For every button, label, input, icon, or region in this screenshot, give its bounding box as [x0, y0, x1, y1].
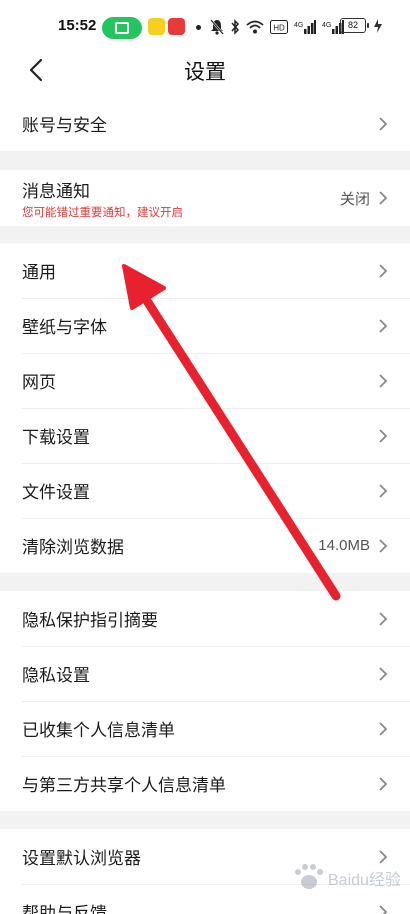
row-label: 消息通知 — [22, 181, 90, 201]
chevron-right-icon — [379, 776, 388, 791]
page-title: 设置 — [184, 61, 226, 84]
row-message-notification[interactable]: 消息通知 您可能错过重要通知，建议开启 关闭 — [0, 170, 410, 226]
display-icon — [102, 17, 142, 39]
battery-icon: 82 — [340, 18, 369, 33]
chevron-right-icon — [379, 538, 388, 553]
chevron-right-icon — [379, 116, 388, 131]
chevron-right-icon — [379, 318, 388, 333]
chevron-right-icon — [379, 611, 388, 626]
chevron-right-icon — [379, 483, 388, 498]
chevron-right-icon — [379, 721, 388, 736]
notification-warning: 您可能错过重要通知，建议开启 — [22, 206, 183, 219]
bell-muted-icon — [210, 19, 224, 35]
row-help-feedback[interactable]: 帮助与反馈 — [0, 884, 410, 914]
row-wallpaper-font[interactable]: 壁纸与字体 — [0, 298, 410, 353]
row-label: 清除浏览数据 — [22, 538, 124, 557]
row-default-browser[interactable]: 设置默认浏览器 — [0, 829, 410, 884]
chevron-right-icon — [379, 849, 388, 864]
row-account-security[interactable]: 账号与安全 — [0, 96, 410, 151]
section-divider — [0, 811, 410, 829]
section-divider — [0, 151, 410, 170]
row-download-settings[interactable]: 下载设置 — [0, 408, 410, 463]
chevron-right-icon — [379, 263, 388, 278]
status-bar: 15:52 HD 4G 4G 82 — [0, 0, 410, 44]
row-label: 隐私保护指引摘要 — [22, 611, 158, 630]
row-general[interactable]: 通用 — [0, 243, 410, 298]
row-webpage[interactable]: 网页 — [0, 353, 410, 408]
svg-text:HD: HD — [273, 24, 285, 33]
row-collected-info-list[interactable]: 已收集个人信息清单 — [0, 701, 410, 756]
wifi-icon — [246, 20, 264, 34]
row-label: 账号与安全 — [22, 116, 107, 135]
row-value: 14.0MB — [318, 537, 370, 554]
settings-group-general: 通用 壁纸与字体 网页 下载设置 文件设置 清除浏览数据 14.0MB — [0, 243, 410, 573]
status-icons: HD 4G 4G — [210, 17, 344, 37]
row-label: 隐私设置 — [22, 666, 90, 685]
settings-group-notification: 消息通知 您可能错过重要通知，建议开启 关闭 — [0, 170, 410, 226]
row-privacy-summary[interactable]: 隐私保护指引摘要 — [0, 591, 410, 646]
settings-group-browser: 设置默认浏览器 帮助与反馈 — [0, 829, 410, 914]
chevron-right-icon — [379, 666, 388, 681]
battery-level: 82 — [347, 20, 358, 30]
meituan-app-icon — [148, 18, 165, 35]
row-label: 网页 — [22, 373, 56, 392]
row-label: 壁纸与字体 — [22, 318, 107, 337]
row-value: 关闭 — [339, 190, 370, 208]
signal-4g-icon: 4G — [294, 20, 316, 34]
row-label: 已收集个人信息清单 — [22, 721, 175, 740]
row-third-party-sharing-list[interactable]: 与第三方共享个人信息清单 — [0, 756, 410, 811]
chevron-right-icon — [379, 428, 388, 443]
pinduoduo-app-icon — [168, 18, 185, 35]
bluetooth-icon — [231, 19, 240, 35]
row-label: 设置默认浏览器 — [22, 849, 141, 868]
row-label: 通用 — [22, 263, 56, 282]
settings-group-account: 账号与安全 — [0, 96, 410, 151]
hd-icon: HD — [270, 20, 288, 34]
row-label: 与第三方共享个人信息清单 — [22, 776, 226, 795]
chevron-right-icon — [379, 373, 388, 388]
row-privacy-settings[interactable]: 隐私设置 — [0, 646, 410, 701]
settings-group-privacy: 隐私保护指引摘要 隐私设置 已收集个人信息清单 与第三方共享个人信息清单 — [0, 591, 410, 811]
row-file-settings[interactable]: 文件设置 — [0, 463, 410, 518]
header: 设置 — [0, 44, 410, 96]
notification-dot — [196, 25, 201, 30]
row-clear-browsing-data[interactable]: 清除浏览数据 14.0MB — [0, 518, 410, 573]
svg-text:4G: 4G — [322, 22, 331, 29]
row-label: 文件设置 — [22, 483, 90, 502]
leaf-icon — [374, 19, 382, 33]
svg-text:4G: 4G — [294, 22, 303, 29]
status-time: 15:52 — [58, 17, 97, 34]
row-label: 帮助与反馈 — [22, 904, 107, 914]
section-divider — [0, 573, 410, 591]
row-label: 下载设置 — [22, 428, 90, 447]
section-divider — [0, 226, 410, 243]
chevron-right-icon — [379, 191, 388, 205]
chevron-right-icon — [379, 904, 388, 914]
